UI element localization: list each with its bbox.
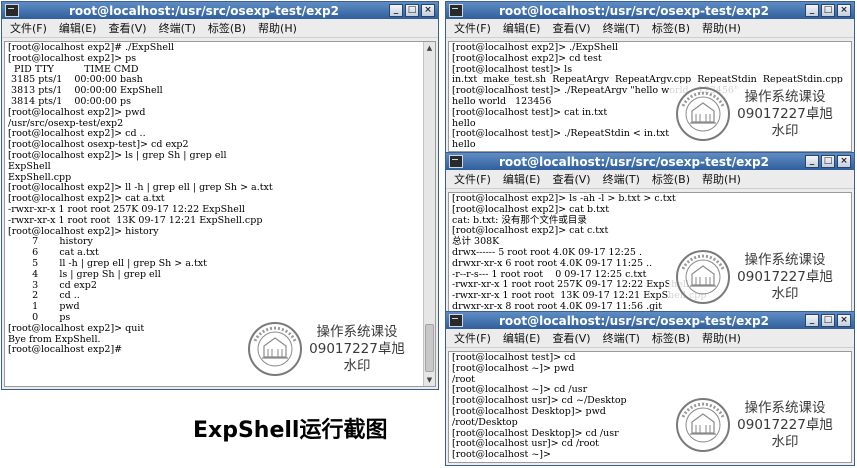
minimize-button[interactable]: _	[805, 314, 819, 327]
menu-item[interactable]: 文件(F)	[10, 20, 47, 36]
terminal-output[interactable]: [root@localhost test]> cd [root@localhost…	[448, 351, 852, 463]
menu-item[interactable]: 终端(T)	[603, 20, 640, 36]
scroll-down-icon[interactable]: ▼	[424, 374, 435, 386]
menu-item[interactable]: 标签(B)	[652, 330, 690, 346]
terminal-line: -rwxr-xr-x 1 root root 13K 09-17 12:21 E…	[8, 214, 263, 226]
menu-bar: 文件(F) 编辑(E) 查看(V) 终端(T) 标签(B) 帮助(H)	[2, 19, 438, 38]
maximize-button[interactable]: □	[821, 4, 835, 17]
vertical-scrollbar[interactable]: ▲ ▼	[423, 42, 435, 386]
menu-item[interactable]: 帮助(H)	[702, 20, 741, 36]
terminal-app-icon	[449, 155, 463, 168]
terminal-app-icon	[449, 4, 463, 17]
menu-item[interactable]: 帮助(H)	[702, 330, 741, 346]
terminal-line: [root@localhost exp2]> ps	[8, 52, 137, 64]
menu-item[interactable]: 编辑(E)	[503, 20, 541, 36]
menu-item[interactable]: 标签(B)	[652, 20, 690, 36]
watermark-line-2: 09017227卓旭	[737, 417, 833, 433]
scroll-thumb[interactable]	[425, 324, 434, 372]
menu-item[interactable]: 文件(F)	[454, 171, 491, 187]
minimize-button[interactable]: _	[805, 4, 819, 17]
window-titlebar[interactable]: root@localhost:/usr/src/osexp-test/exp2 …	[2, 2, 438, 19]
university-seal-icon	[675, 86, 731, 142]
maximize-button[interactable]: □	[821, 314, 835, 327]
terminal-window-repeat-test[interactable]: root@localhost:/usr/src/osexp-test/exp2 …	[445, 1, 855, 155]
screenshot-caption: ExpShell运行截图	[193, 418, 388, 443]
window-title: root@localhost:/usr/src/osexp-test/exp2	[498, 313, 769, 328]
menu-bar: 文件(F) 编辑(E) 查看(V) 终端(T) 标签(B) 帮助(H)	[446, 170, 854, 189]
watermark: 操作系统课设 09017227卓旭 水印	[241, 318, 419, 382]
close-button[interactable]: ×	[837, 155, 851, 168]
menu-item[interactable]: 编辑(E)	[503, 171, 541, 187]
menu-item[interactable]: 帮助(H)	[258, 20, 297, 36]
menu-item[interactable]: 终端(T)	[603, 330, 640, 346]
menu-item[interactable]: 编辑(E)	[503, 330, 541, 346]
watermark-line-1: 操作系统课设	[744, 252, 826, 268]
terminal-line: [root@localhost ~]> pwd	[452, 362, 575, 374]
terminal-line: [root@localhost exp2]> cd test	[452, 52, 602, 64]
window-titlebar[interactable]: root@localhost:/usr/src/osexp-test/exp2 …	[446, 312, 854, 329]
watermark-line-1: 操作系统课设	[744, 400, 826, 416]
window-titlebar[interactable]: root@localhost:/usr/src/osexp-test/exp2 …	[446, 153, 854, 170]
terminal-line: [root@localhost exp2]> cat b.txt	[452, 203, 610, 215]
menu-item[interactable]: 编辑(E)	[59, 20, 97, 36]
terminal-line: [root@localhost exp2]> pwd	[8, 106, 146, 118]
terminal-output[interactable]: [root@localhost exp2]# ./ExpShell [root@l…	[4, 41, 436, 387]
watermark-line-3: 水印	[343, 358, 371, 374]
menu-item[interactable]: 终端(T)	[603, 171, 640, 187]
maximize-button[interactable]: □	[405, 4, 419, 17]
menu-item[interactable]: 终端(T)	[159, 20, 196, 36]
window-title: root@localhost:/usr/src/osexp-test/exp2	[68, 3, 339, 18]
close-button[interactable]: ×	[837, 314, 851, 327]
watermark-line-2: 09017227卓旭	[309, 341, 405, 357]
terminal-app-icon	[5, 4, 19, 17]
terminal-window-main[interactable]: root@localhost:/usr/src/osexp-test/exp2 …	[1, 1, 439, 390]
watermark: 操作系统课设 09017227卓旭 水印	[669, 394, 847, 458]
menu-item[interactable]: 查看(V)	[552, 330, 590, 346]
watermark-line-2: 09017227卓旭	[737, 269, 833, 285]
terminal-line: ExpShell	[8, 160, 51, 172]
university-seal-icon	[675, 249, 731, 305]
watermark-line-1: 操作系统课设	[744, 89, 826, 105]
watermark-line-1: 操作系统课设	[316, 324, 398, 340]
watermark: 操作系统课设 09017227卓旭 水印	[669, 83, 847, 147]
minimize-button[interactable]: _	[389, 4, 403, 17]
menu-item[interactable]: 文件(F)	[454, 330, 491, 346]
university-seal-icon	[675, 397, 731, 453]
close-button[interactable]: ×	[837, 4, 851, 17]
university-seal-icon	[247, 321, 303, 377]
menu-item[interactable]: 标签(B)	[652, 171, 690, 187]
terminal-output[interactable]: [root@localhost exp2]> ./ExpShell [root@l…	[448, 41, 852, 152]
watermark-line-3: 水印	[771, 434, 799, 450]
terminal-line: [root@localhost exp2]> ls | grep Sh | gr…	[8, 149, 227, 161]
terminal-output[interactable]: [root@localhost exp2]> ls -ah -l > b.txt…	[448, 192, 852, 315]
terminal-window-redirect-test[interactable]: root@localhost:/usr/src/osexp-test/exp2 …	[445, 152, 855, 318]
watermark-line-3: 水印	[771, 123, 799, 139]
terminal-window-cd-test[interactable]: root@localhost:/usr/src/osexp-test/exp2 …	[445, 311, 855, 466]
watermark-line-3: 水印	[771, 286, 799, 302]
terminal-app-icon	[449, 314, 463, 327]
terminal-line: 1 pwd	[8, 301, 80, 313]
terminal-line: [root@localhost exp2]> cat c.txt	[452, 225, 609, 237]
menu-item[interactable]: 文件(F)	[454, 20, 491, 36]
menu-item[interactable]: 标签(B)	[208, 20, 246, 36]
window-title: root@localhost:/usr/src/osexp-test/exp2	[498, 154, 769, 169]
menu-item[interactable]: 帮助(H)	[702, 171, 741, 187]
terminal-line: 4 ls | grep Sh | grep ell	[8, 268, 161, 280]
watermark: 操作系统课设 09017227卓旭 水印	[669, 246, 847, 310]
window-titlebar[interactable]: root@localhost:/usr/src/osexp-test/exp2 …	[446, 2, 854, 19]
close-button[interactable]: ×	[421, 4, 435, 17]
watermark-line-2: 09017227卓旭	[737, 106, 833, 122]
scroll-up-icon[interactable]: ▲	[424, 42, 435, 54]
menu-item[interactable]: 查看(V)	[552, 20, 590, 36]
window-title: root@localhost:/usr/src/osexp-test/exp2	[498, 3, 769, 18]
menu-bar: 文件(F) 编辑(E) 查看(V) 终端(T) 标签(B) 帮助(H)	[446, 329, 854, 348]
minimize-button[interactable]: _	[805, 155, 819, 168]
maximize-button[interactable]: □	[821, 155, 835, 168]
menu-item[interactable]: 查看(V)	[108, 20, 146, 36]
menu-item[interactable]: 查看(V)	[552, 171, 590, 187]
menu-bar: 文件(F) 编辑(E) 查看(V) 终端(T) 标签(B) 帮助(H)	[446, 19, 854, 38]
